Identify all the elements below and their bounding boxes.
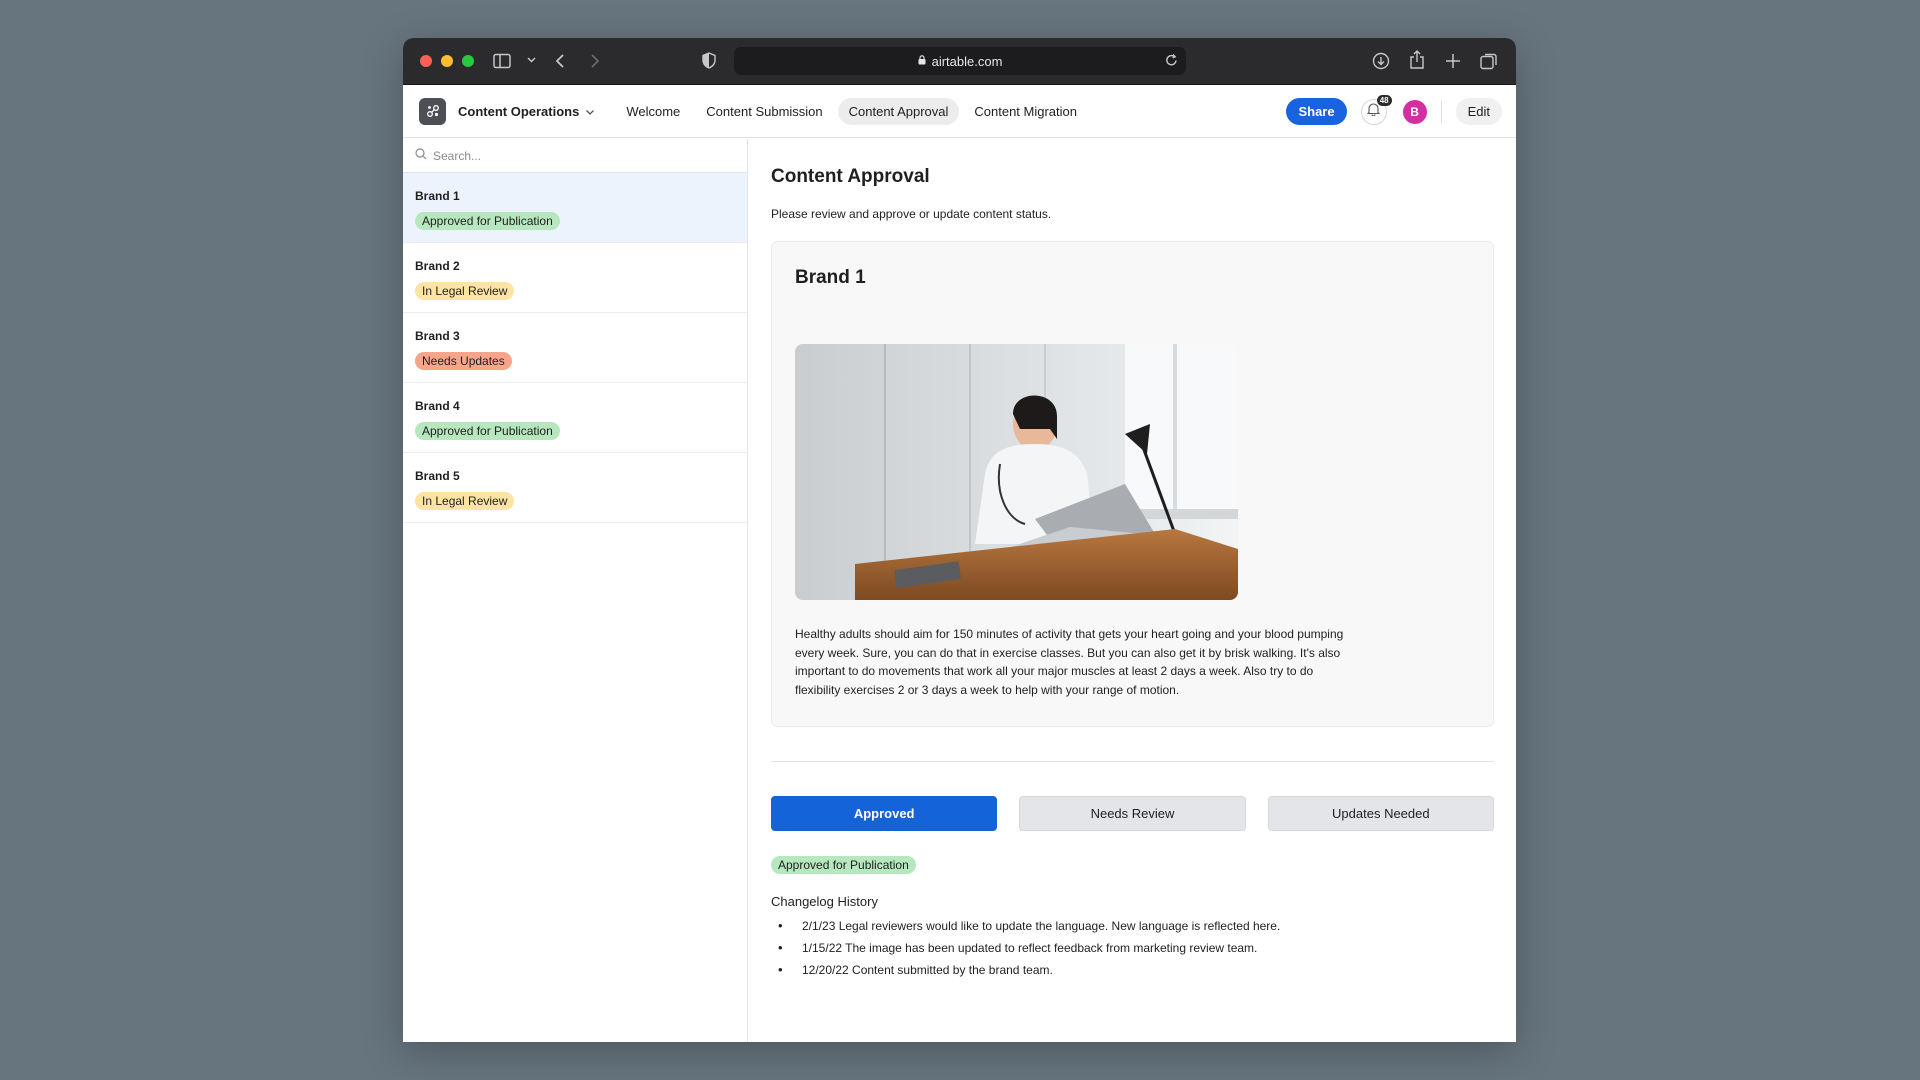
- back-arrow-icon[interactable]: [555, 53, 565, 69]
- window-controls: [420, 55, 474, 67]
- brand-name: Brand 4: [415, 399, 460, 413]
- brand-name: Brand 1: [415, 189, 460, 203]
- needs-review-button[interactable]: Needs Review: [1019, 796, 1246, 831]
- list-item-brand-4[interactable]: Brand 4 Approved for Publication: [403, 383, 747, 453]
- content-image[interactable]: [795, 344, 1238, 600]
- browser-window: airtable.com Content Operations Welcome …: [403, 38, 1516, 1042]
- tab-content-migration[interactable]: Content Migration: [963, 98, 1088, 125]
- search-icon: [415, 148, 433, 163]
- page-description: Please review and approve or update cont…: [771, 207, 1052, 221]
- downloads-icon[interactable]: [1372, 52, 1390, 70]
- status-badge: Approved for Publication: [415, 212, 560, 230]
- list-item-brand-1[interactable]: Brand 1 Approved for Publication: [403, 173, 747, 243]
- app-header: Content Operations Welcome Content Submi…: [403, 85, 1516, 138]
- privacy-shield-icon[interactable]: [702, 52, 716, 69]
- doctor-at-desk-illustration: [795, 344, 1238, 600]
- tab-welcome[interactable]: Welcome: [615, 98, 691, 125]
- base-logo-icon[interactable]: [419, 97, 446, 125]
- content-body-text: Healthy adults should aim for 150 minute…: [795, 627, 1344, 697]
- page-title: Content Approval: [771, 166, 930, 187]
- close-window-button[interactable]: [420, 55, 432, 67]
- changelog-entry: 12/20/22 Content submitted by the brand …: [771, 961, 1311, 979]
- brand-name: Brand 3: [415, 329, 460, 343]
- chevron-down-icon: [585, 104, 595, 119]
- approval-actions: Approved Needs Review Updates Needed: [771, 796, 1494, 831]
- chevron-down-icon[interactable]: [527, 56, 536, 64]
- browser-toolbar: airtable.com: [403, 38, 1516, 85]
- share-button[interactable]: Share: [1286, 98, 1347, 125]
- forward-arrow-icon[interactable]: [590, 53, 600, 69]
- changelog-title: Changelog History: [771, 894, 878, 909]
- base-name-dropdown[interactable]: Content Operations: [458, 104, 595, 119]
- changelog-list: 2/1/23 Legal reviewers would like to upd…: [771, 917, 1494, 979]
- card-title: Brand 1: [795, 267, 866, 288]
- interface-tabs: Welcome Content Submission Content Appro…: [615, 97, 1088, 125]
- approved-button[interactable]: Approved: [771, 796, 998, 831]
- status-badge: In Legal Review: [415, 282, 515, 300]
- address-bar[interactable]: airtable.com: [734, 47, 1186, 75]
- section-divider: [771, 761, 1494, 762]
- search-placeholder: Search...: [433, 148, 482, 163]
- maximize-window-button[interactable]: [462, 55, 474, 67]
- sidebar-toggle-icon[interactable]: [493, 53, 511, 69]
- status-badge: In Legal Review: [415, 492, 515, 510]
- user-avatar[interactable]: B: [1402, 99, 1427, 124]
- reload-icon[interactable]: [1165, 53, 1178, 70]
- new-tab-icon[interactable]: [1445, 53, 1461, 69]
- edit-button[interactable]: Edit: [1455, 98, 1502, 125]
- url-text: airtable.com: [931, 53, 1003, 69]
- lock-icon: [918, 54, 926, 68]
- minimize-window-button[interactable]: [441, 55, 453, 67]
- list-item-brand-3[interactable]: Brand 3 Needs Updates: [403, 313, 747, 383]
- changelog-entry: 1/15/22 The image has been updated to re…: [771, 939, 1311, 957]
- tab-content-approval[interactable]: Content Approval: [837, 97, 960, 125]
- page-body: Search... Brand 1 Approved for Publicati…: [403, 139, 1516, 1042]
- notifications-button[interactable]: 48: [1360, 94, 1392, 125]
- record-list-sidebar: Search... Brand 1 Approved for Publicati…: [403, 139, 748, 1042]
- current-status-badge: Approved for Publication: [771, 856, 916, 874]
- tab-content-submission[interactable]: Content Submission: [695, 98, 833, 125]
- content-card: Brand 1 Healthy adults should aim for 15…: [771, 241, 1494, 727]
- updates-needed-button[interactable]: Updates Needed: [1267, 796, 1494, 831]
- brand-name: Brand 2: [415, 259, 460, 273]
- changelog-entry: 2/1/23 Legal reviewers would like to upd…: [771, 917, 1311, 935]
- share-icon[interactable]: [1409, 50, 1425, 70]
- base-name-label: Content Operations: [458, 103, 580, 119]
- search-input[interactable]: Search...: [403, 139, 747, 173]
- brand-name: Brand 5: [415, 469, 460, 483]
- status-badge: Needs Updates: [415, 352, 512, 370]
- header-actions: Share 48 B Edit: [1286, 85, 1502, 138]
- header-divider: [1440, 100, 1442, 123]
- record-detail: Content Approval Please review and appro…: [748, 139, 1516, 1042]
- tab-overview-icon[interactable]: [1480, 52, 1498, 70]
- notification-count-badge: 48: [1376, 94, 1392, 106]
- list-item-brand-5[interactable]: Brand 5 In Legal Review: [403, 453, 747, 523]
- list-item-brand-2[interactable]: Brand 2 In Legal Review: [403, 243, 747, 313]
- status-badge: Approved for Publication: [415, 422, 560, 440]
